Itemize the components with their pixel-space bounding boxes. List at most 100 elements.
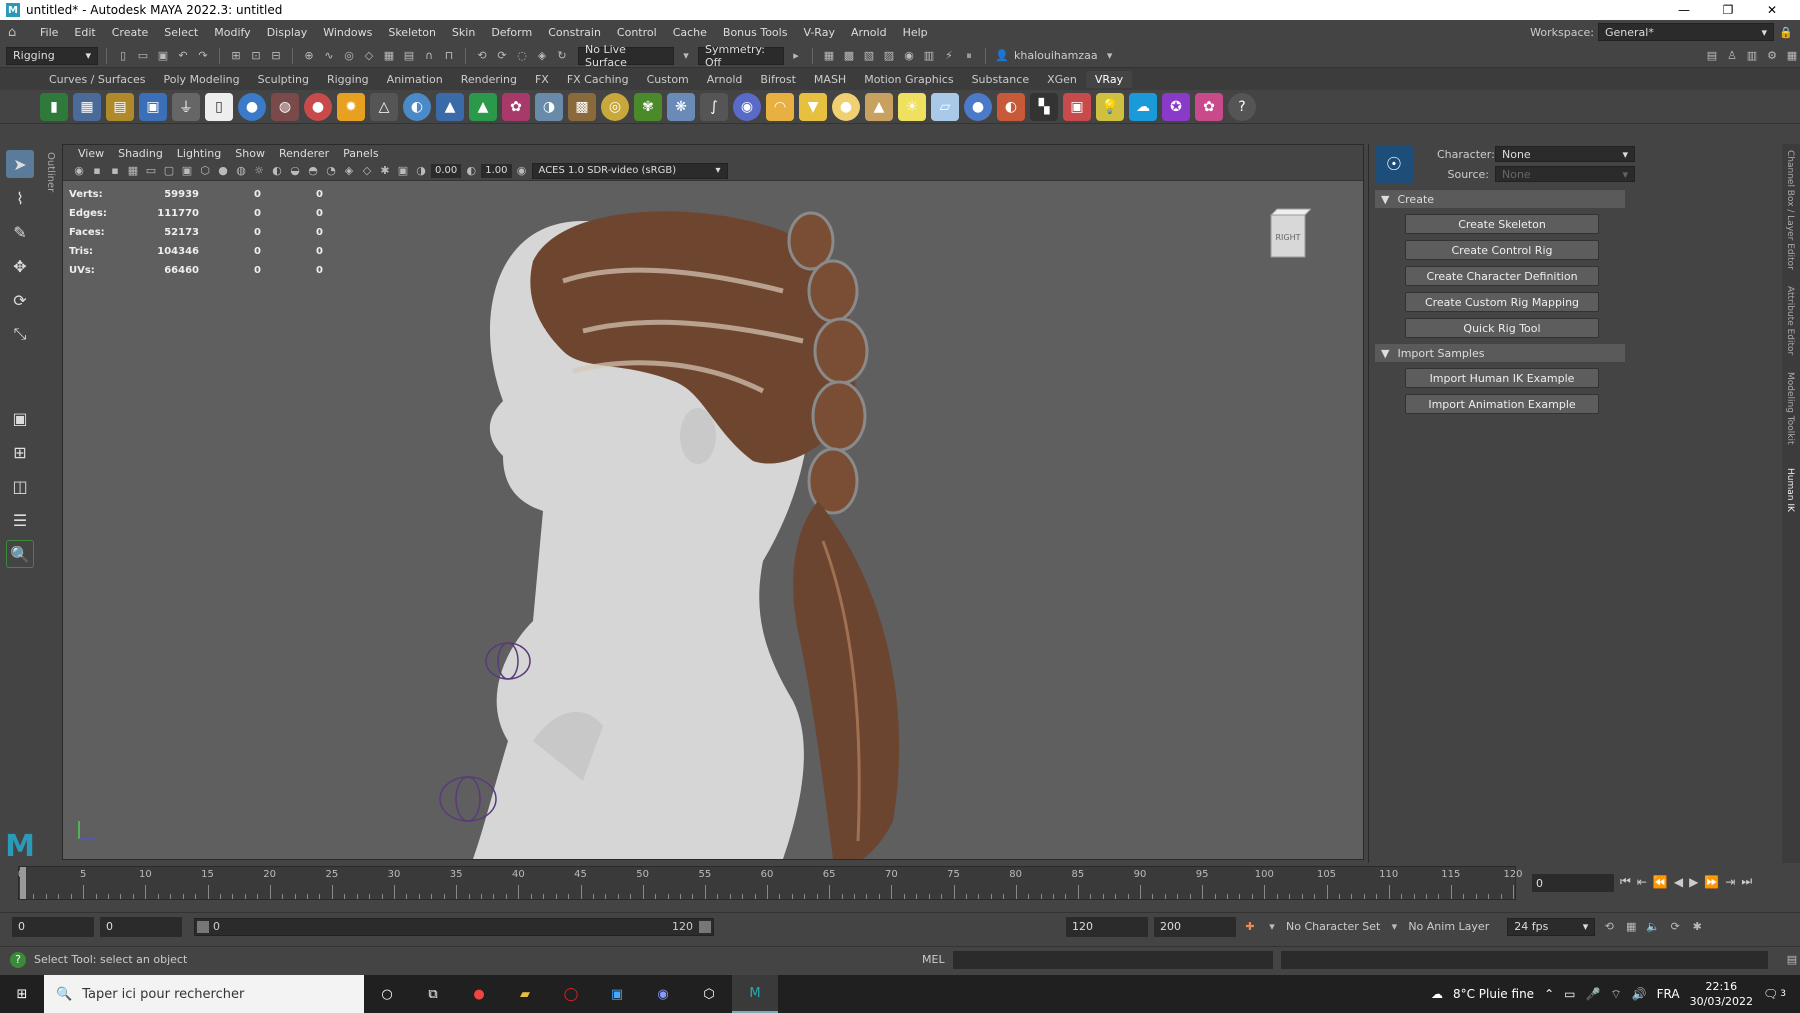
timeline-ruler[interactable]: 0510152025303540455055606570758085909510… [18,866,1523,900]
xray-joints-icon[interactable]: ✱ [377,163,393,179]
chrome-icon[interactable]: ● [456,975,502,1013]
vray-vfb-icon[interactable]: ▣ [1063,92,1091,121]
weather-text[interactable]: 8°C Pluie fine [1453,987,1534,1001]
move-tool-icon[interactable]: ✥ [6,252,34,280]
view-cube[interactable]: RIGHT [1265,207,1311,261]
current-time-indicator[interactable] [20,867,26,899]
shelf-tab-rigging[interactable]: Rigging [318,71,378,88]
rotate-tool-icon[interactable]: ⟳ [6,286,34,314]
play-backward-icon[interactable]: ◀ [1674,875,1683,889]
vray-material-icon[interactable]: ● [304,92,332,121]
vray-render-icon[interactable]: ▥ [921,48,937,64]
gamma-icon[interactable]: ◐ [463,163,479,179]
shelf-tab-fx-caching[interactable]: FX Caching [558,71,638,88]
human-ik-tab[interactable]: Human IK [1785,468,1795,518]
volume-icon[interactable]: 🔊 [1632,987,1647,1001]
quick-rig-tool-button[interactable]: Quick Rig Tool [1405,318,1599,338]
shadows-icon[interactable]: ◐ [269,163,285,179]
create-custom-rig-mapping-button[interactable]: Create Custom Rig Mapping [1405,292,1599,312]
step-back-icon[interactable]: ⇤ [1637,875,1647,889]
select-hierarchy-icon[interactable]: ⊞ [228,48,244,64]
opera-icon[interactable]: ◯ [548,975,594,1013]
vray-bulb-icon[interactable]: 💡 [1096,92,1124,121]
lasso-tool-icon[interactable]: ⌇ [6,184,34,212]
vray-ball-icon[interactable]: ◉ [733,92,761,121]
shelf-tab-xgen[interactable]: XGen [1038,71,1086,88]
maya-taskbar-icon[interactable]: M [732,975,778,1013]
render-frame-icon[interactable]: ▩ [841,48,857,64]
two-view-icon[interactable]: ◫ [6,472,34,500]
range-end-handle[interactable] [699,920,711,933]
symmetry-dropdown[interactable]: Symmetry: Off [698,43,784,69]
chevron-down-icon[interactable]: ▾ [1386,919,1402,935]
cortana-icon[interactable]: ○ [364,975,410,1013]
new-scene-icon[interactable]: ▯ [115,48,131,64]
render-view-icon[interactable]: ▦ [821,48,837,64]
select-tool-icon[interactable]: ➤ [6,150,34,178]
toggle-tool-settings-icon[interactable]: ⚙ [1764,48,1780,64]
menu-modify[interactable]: Modify [206,26,258,39]
vray-dome-icon[interactable]: ◐ [403,92,431,121]
refresh-icon[interactable]: ↻ [554,48,570,64]
range-start-handle[interactable] [197,920,209,933]
vray-ipr-icon[interactable]: ⚡ [941,48,957,64]
lights-icon[interactable]: ☼ [251,163,267,179]
anim-prefs-icon[interactable]: ⟳ [1667,919,1683,935]
step-forward-icon[interactable]: ⇥ [1725,875,1735,889]
vray-env-icon[interactable]: ● [964,92,992,121]
lock-icon[interactable]: 🔒 [1778,24,1794,40]
film-gate-icon[interactable]: ▭ [143,163,159,179]
history-icon[interactable]: ⟳ [494,48,510,64]
shelf-tab-mash[interactable]: MASH [805,71,855,88]
tag-icon[interactable]: ◈ [534,48,550,64]
vray-film-icon[interactable]: ◍ [271,92,299,121]
vp-menu-lighting[interactable]: Lighting [170,147,228,160]
exposure-icon[interactable]: ◑ [413,163,429,179]
vray-globe-icon[interactable]: ◎ [601,92,629,121]
toggle-humanik-icon[interactable]: ♙ [1724,48,1740,64]
toggle-attribute-editor-icon[interactable]: ▥ [1744,48,1760,64]
isolate-select-icon[interactable]: ◈ [341,163,357,179]
shelf-tab-bifrost[interactable]: Bifrost [751,71,805,88]
vray-settings-icon[interactable]: ▤ [106,92,134,121]
vray-plug-icon[interactable]: ⏚ [172,92,200,121]
auto-key-icon[interactable]: ✚ [1242,919,1258,935]
task-view-icon[interactable]: ⧉ [410,975,456,1013]
import-human-ik-example-button[interactable]: Import Human IK Example [1405,368,1599,388]
chevron-down-icon[interactable]: ▾ [1102,48,1118,64]
network-icon[interactable]: ▭ [1564,987,1575,1001]
menu-control[interactable]: Control [609,26,665,39]
hypershade-icon[interactable]: ◉ [901,48,917,64]
shelf-tab-sculpting[interactable]: Sculpting [249,71,318,88]
create-section-header[interactable]: ▼ Create [1375,190,1625,208]
vray-moon-icon[interactable]: ◑ [535,92,563,121]
input-language[interactable]: FRA [1657,987,1680,1001]
script-language-label[interactable]: MEL [922,953,945,966]
antialias-icon[interactable]: ◔ [323,163,339,179]
vray-window-icon[interactable]: ▣ [139,92,167,121]
discord-icon[interactable]: ◉ [640,975,686,1013]
vray-spot-light-icon[interactable]: ▼ [799,92,827,121]
vray-mesh-icon[interactable]: △ [370,92,398,121]
vray-render-icon[interactable]: ▮ [40,92,68,121]
open-scene-icon[interactable]: ▭ [135,48,151,64]
snap-view-icon[interactable]: ▦ [381,48,397,64]
playback-start-field[interactable]: 0 [100,916,182,937]
grid-icon[interactable]: ▦ [125,163,141,179]
prev-key-icon[interactable]: ⏪ [1653,875,1668,889]
workspace-dropdown[interactable]: General* ▾ [1598,23,1774,41]
smooth-shade-icon[interactable]: ● [215,163,231,179]
snap-curve-icon[interactable]: ∿ [321,48,337,64]
import-samples-section-header[interactable]: ▼ Import Samples [1375,344,1625,362]
vray-grass-icon[interactable]: ✾ [634,92,662,121]
pause-icon[interactable]: ⏸ [961,48,977,64]
vray-dome-light-icon[interactable]: ◠ [766,92,794,121]
menu-skeleton[interactable]: Skeleton [380,26,444,39]
vray-sun-icon[interactable]: ☀ [898,92,926,121]
chevron-down-icon[interactable]: ▾ [678,48,694,64]
vray-doc-icon[interactable]: ▯ [205,92,233,121]
create-character-definition-button[interactable]: Create Character Definition [1405,266,1599,286]
magnet-icon[interactable]: ∩ [421,48,437,64]
next-key-icon[interactable]: ⏩ [1704,875,1719,889]
menu-constrain[interactable]: Constrain [540,26,609,39]
